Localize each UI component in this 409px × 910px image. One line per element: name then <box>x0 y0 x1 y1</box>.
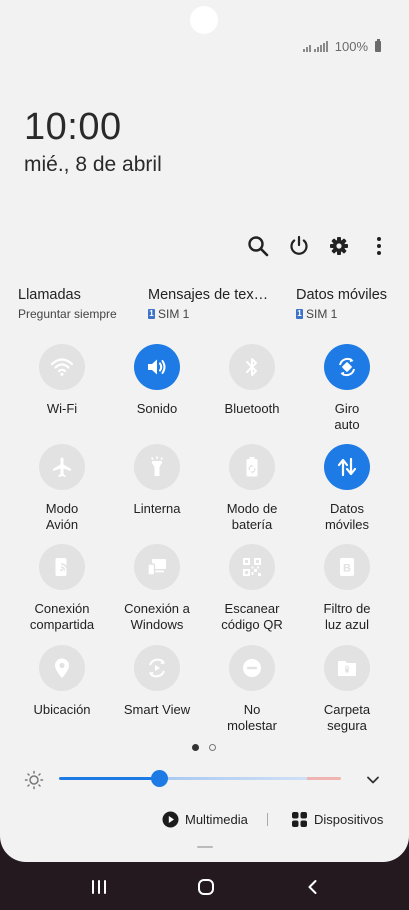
divider <box>267 813 268 826</box>
wifi-icon <box>39 344 85 390</box>
quick-panel: 100% 10:00 mié., 8 de abril Llamadas Pre… <box>0 0 409 862</box>
power-icon[interactable] <box>287 234 311 258</box>
recent-apps-icon[interactable] <box>84 875 114 899</box>
tile-auto-rotate[interactable]: Giro auto <box>297 344 397 433</box>
settings-icon[interactable] <box>327 234 351 258</box>
data-sim-pref[interactable]: Datos móviles 1 SIM 1 <box>296 287 387 321</box>
tile-wifi[interactable]: Wi-Fi <box>12 344 112 417</box>
tile-secure-folder[interactable]: Carpeta segura <box>297 645 397 734</box>
tile-hotspot[interactable]: Conexión compartida <box>12 544 112 633</box>
page-dot-active <box>192 744 199 751</box>
tile-label: Conexión a Windows <box>124 601 190 632</box>
bluetooth-icon <box>229 344 275 390</box>
messages-sim-title: Mensajes de tex… <box>148 287 269 303</box>
clock-time: 10:00 <box>24 106 122 148</box>
tile-label: Sonido <box>136 401 178 416</box>
sound-icon <box>134 344 180 390</box>
messages-sim-pref[interactable]: Mensajes de tex… 1 SIM 1 <box>148 287 268 321</box>
tile-location[interactable]: Ubicación <box>12 645 112 718</box>
battery-icon <box>375 39 381 52</box>
tile-label: Escanear código QR <box>221 601 283 632</box>
media-button[interactable]: Multimedia <box>162 811 248 828</box>
do-not-disturb-icon <box>229 645 275 691</box>
tile-mobile-data[interactable]: Datos móviles <box>297 444 397 533</box>
home-icon[interactable] <box>191 875 221 899</box>
devices-button[interactable]: Dispositivos <box>291 811 383 828</box>
camera-cutout <box>190 6 218 34</box>
location-icon <box>39 645 85 691</box>
tile-label: Wi-Fi <box>46 401 78 416</box>
data-sim-value: SIM 1 <box>306 307 338 321</box>
status-bar: 100% <box>302 39 381 54</box>
more-icon[interactable] <box>367 234 391 258</box>
tile-blue-light-filter[interactable]: B Filtro de luz azul <box>297 544 397 633</box>
calls-sim-value: Preguntar siempre <box>18 307 117 321</box>
link-windows-icon <box>134 544 180 590</box>
back-icon[interactable] <box>298 875 328 899</box>
tile-label: Linterna <box>133 501 181 516</box>
brightness-slider-track[interactable] <box>59 777 341 780</box>
tile-label: Smart View <box>123 702 191 717</box>
tile-smart-view[interactable]: Smart View <box>107 645 207 718</box>
tile-sound[interactable]: Sonido <box>107 344 207 417</box>
svg-text:B: B <box>343 563 351 575</box>
tile-battery-mode[interactable]: Modo de batería <box>202 444 302 533</box>
tile-label: Modo de batería <box>226 501 278 532</box>
sim-1-icon: 1 <box>148 309 155 319</box>
panel-drag-handle[interactable] <box>197 846 213 848</box>
tile-label: Giro auto <box>334 401 360 432</box>
auto-rotate-icon <box>324 344 370 390</box>
page-dot[interactable] <box>209 744 216 751</box>
brightness-slider-thumb[interactable] <box>151 770 168 787</box>
tile-label: Ubicación <box>33 702 91 717</box>
sim-1-icon: 1 <box>296 309 303 319</box>
tile-label: Modo Avión <box>45 501 79 532</box>
tile-label: Conexión compartida <box>29 601 95 632</box>
battery-mode-icon <box>229 444 275 490</box>
tile-label: Carpeta segura <box>323 702 371 733</box>
hotspot-icon <box>39 544 85 590</box>
calls-sim-title: Llamadas <box>18 287 81 303</box>
tile-label: No molestar <box>227 702 277 733</box>
tile-link-windows[interactable]: Conexión a Windows <box>107 544 207 633</box>
search-icon[interactable] <box>246 234 270 258</box>
clock-date: mié., 8 de abril <box>24 153 162 176</box>
mobile-data-icon <box>324 444 370 490</box>
blue-light-filter-icon: B <box>324 544 370 590</box>
devices-icon <box>292 812 307 827</box>
smart-view-icon <box>134 645 180 691</box>
devices-label: Dispositivos <box>314 812 384 827</box>
data-sim-title: Datos móviles <box>296 287 388 303</box>
tile-label: Filtro de luz azul <box>323 601 371 632</box>
battery-percent: 100% <box>334 39 368 54</box>
media-label: Multimedia <box>185 812 248 827</box>
brightness-icon <box>24 770 44 790</box>
tile-qr-scanner[interactable]: Escanear código QR <box>202 544 302 633</box>
tile-do-not-disturb[interactable]: No molestar <box>202 645 302 734</box>
page-indicator <box>192 744 216 751</box>
signal-icon <box>302 41 328 52</box>
calls-sim-pref[interactable]: Llamadas Preguntar siempre <box>18 287 117 321</box>
messages-sim-value: SIM 1 <box>158 307 190 321</box>
airplane-icon <box>39 444 85 490</box>
tile-flashlight[interactable]: Linterna <box>107 444 207 517</box>
tile-label: Datos móviles <box>324 501 370 532</box>
play-icon <box>162 811 179 828</box>
secure-folder-icon <box>324 645 370 691</box>
flashlight-icon <box>134 444 180 490</box>
qr-code-icon <box>229 544 275 590</box>
chevron-down-icon[interactable] <box>364 771 382 789</box>
tile-airplane[interactable]: Modo Avión <box>12 444 112 533</box>
tile-bluetooth[interactable]: Bluetooth <box>202 344 302 417</box>
tile-label: Bluetooth <box>224 401 280 416</box>
